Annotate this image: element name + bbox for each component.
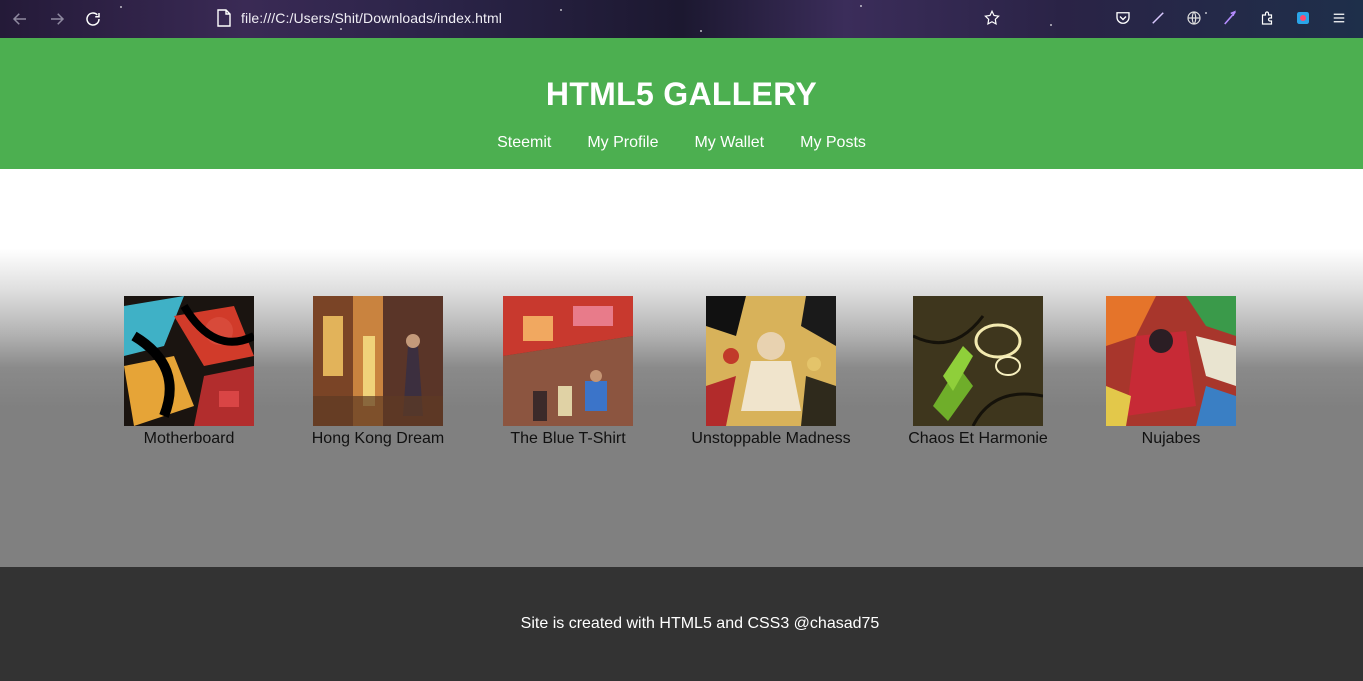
artwork-thumbnail[interactable] (124, 296, 254, 426)
reload-icon[interactable] (82, 8, 104, 30)
site-header: HTML5 GALLERY Steemit My Profile My Wall… (0, 38, 1363, 169)
bookmark-star-icon[interactable] (982, 8, 1002, 28)
artwork-caption: Chaos Et Harmonie (908, 430, 1048, 447)
gallery-item-chaos-et-harmonie[interactable]: Chaos Et Harmonie (888, 296, 1068, 448)
artwork-thumbnail[interactable] (706, 296, 836, 426)
gallery-item-motherboard[interactable]: Motherboard (99, 296, 279, 448)
main-nav: Steemit My Profile My Wallet My Posts (0, 134, 1363, 152)
gallery-item-hong-kong-dream[interactable]: Hong Kong Dream (288, 296, 468, 448)
forward-icon[interactable] (46, 8, 68, 30)
page-title: HTML5 GALLERY (545, 76, 818, 112)
nav-link-my-profile[interactable]: My Profile (587, 134, 658, 152)
address-bar-url[interactable]: file:///C:/Users/Shit/Downloads/index.ht… (241, 10, 502, 26)
gallery-item-nujabes[interactable]: Nujabes (1081, 296, 1261, 448)
gallery: Motherboard Hong Kong Dream The Blue T-S… (0, 169, 1363, 567)
artwork-thumbnail[interactable] (913, 296, 1043, 426)
artwork-caption: Unstoppable Madness (691, 430, 851, 447)
footer-credit: Site is created with HTML5 and CSS3 @cha… (520, 615, 880, 632)
extensions-puzzle-icon[interactable] (1257, 8, 1277, 28)
artwork-caption: The Blue T-Shirt (510, 430, 626, 447)
globe-icon[interactable] (1184, 8, 1204, 28)
site-footer: Site is created with HTML5 and CSS3 @cha… (0, 567, 1363, 681)
nav-link-my-wallet[interactable]: My Wallet (694, 134, 764, 152)
pocket-icon[interactable] (1113, 8, 1133, 28)
artwork-caption: Nujabes (1141, 430, 1201, 447)
menu-icon[interactable] (1329, 8, 1349, 28)
artwork-thumbnail[interactable] (1106, 296, 1236, 426)
artwork-caption: Hong Kong Dream (311, 430, 445, 447)
nav-link-my-posts[interactable]: My Posts (800, 134, 866, 152)
extension-feather-icon[interactable] (1220, 8, 1240, 28)
artwork-caption: Motherboard (143, 430, 235, 447)
artwork-thumbnail[interactable] (503, 296, 633, 426)
profile-extension-icon[interactable] (1293, 8, 1313, 28)
nav-link-steemit[interactable]: Steemit (497, 134, 551, 152)
extension-pen-icon[interactable] (1148, 8, 1168, 28)
gallery-item-unstoppable-madness[interactable]: Unstoppable Madness (681, 296, 861, 448)
gallery-item-the-blue-t-shirt[interactable]: The Blue T-Shirt (478, 296, 658, 448)
artwork-thumbnail[interactable] (313, 296, 443, 426)
page-icon (217, 9, 231, 27)
browser-toolbar: file:///C:/Users/Shit/Downloads/index.ht… (0, 0, 1363, 38)
back-icon[interactable] (9, 8, 31, 30)
